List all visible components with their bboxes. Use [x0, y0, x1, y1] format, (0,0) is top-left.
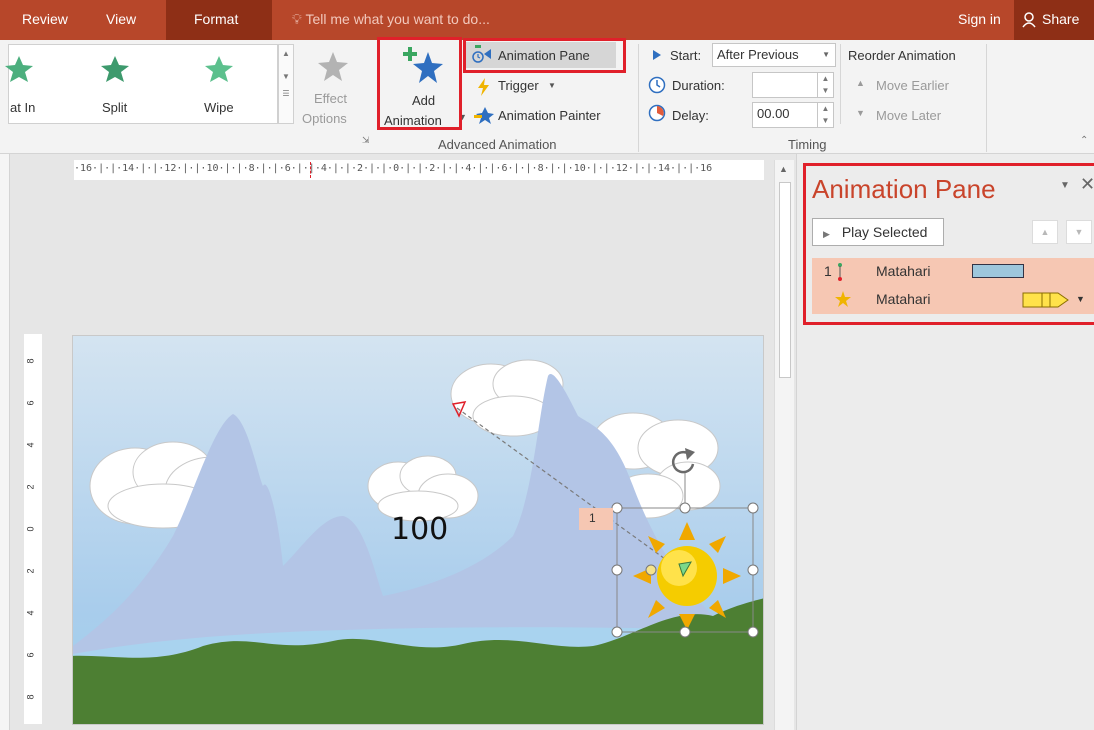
- vertical-ruler: 8 6 4 2 0 2 4 6 8: [24, 334, 42, 724]
- share-button[interactable]: Share: [1042, 11, 1079, 27]
- animation-item-name: Matahari: [876, 263, 931, 279]
- split-star-icon[interactable]: [100, 54, 130, 84]
- effect-options-star-icon: [318, 52, 348, 81]
- timeline-bar[interactable]: [972, 264, 1024, 278]
- slide-canvas[interactable]: 1 100: [72, 335, 764, 725]
- effect-float-in-label[interactable]: at In: [10, 100, 35, 115]
- wipe-star-icon[interactable]: [204, 54, 234, 84]
- tell-me-text: Tell me what you want to do...: [305, 11, 490, 27]
- animation-tag-box[interactable]: [579, 508, 613, 530]
- move-earlier-arrow-icon: ▲: [856, 78, 865, 88]
- animation-painter-icon: [474, 107, 494, 124]
- ruler-tick: 2: [25, 484, 36, 490]
- thumbnail-strip-edge: [0, 154, 10, 730]
- motion-path-icon: [838, 263, 842, 281]
- trigger-dropdown-icon[interactable]: ▼: [548, 81, 556, 90]
- chevron-down-icon[interactable]: ▼: [1076, 294, 1085, 304]
- scroll-up-icon[interactable]: ▲: [779, 164, 788, 174]
- move-later-button[interactable]: Move Later: [876, 108, 941, 123]
- play-icon: ▶: [823, 229, 830, 239]
- delay-input[interactable]: 00.00: [752, 102, 818, 128]
- add-animation-highlight: [377, 37, 462, 130]
- animation-item-name: Matahari: [876, 291, 931, 307]
- tab-review[interactable]: Review: [22, 11, 68, 27]
- ruler-tick: 6: [25, 400, 36, 406]
- animation-pane-title: Animation Pane: [812, 174, 996, 204]
- emphasis-star-icon: [835, 291, 851, 307]
- animation-index: 1: [824, 263, 832, 279]
- lightning-icon: [478, 78, 489, 96]
- tab-format[interactable]: Format: [194, 11, 238, 27]
- animation-list-item[interactable]: 1 Matahari: [812, 258, 1094, 286]
- ruler-tick: 0: [25, 526, 36, 532]
- dialog-launcher-icon[interactable]: ⇲: [362, 135, 370, 146]
- slide-number-text[interactable]: 100: [391, 512, 448, 547]
- ribbon: at In Split Wipe ▲ ▼ ☰ Effect Options Ad…: [0, 37, 1094, 154]
- delay-clock-icon: [648, 104, 666, 122]
- tab-view[interactable]: View: [106, 11, 136, 27]
- tell-me-search[interactable]: 💡︎ Tell me what you want to do...: [292, 11, 490, 28]
- group-separator: [638, 44, 639, 152]
- timing-separator: [840, 44, 841, 124]
- trigger-label[interactable]: Trigger: [498, 78, 539, 93]
- reorder-animation-label: Reorder Animation: [848, 48, 956, 63]
- move-down-icon[interactable]: ▼: [1066, 220, 1092, 244]
- scrollbar-thumb[interactable]: [779, 182, 791, 378]
- duration-clock-icon: [648, 76, 666, 94]
- start-select-value: After Previous: [717, 47, 799, 62]
- group-separator: [986, 44, 987, 152]
- move-up-icon[interactable]: ▲: [1032, 220, 1058, 244]
- effect-split-label[interactable]: Split: [102, 100, 127, 115]
- move-later-arrow-icon: ▼: [856, 108, 865, 118]
- effect-wipe-label[interactable]: Wipe: [204, 100, 234, 115]
- collapse-ribbon-icon[interactable]: ⌃: [1080, 135, 1088, 146]
- ruler-tick: 6: [25, 652, 36, 658]
- gallery-more-icon[interactable]: ☰: [279, 89, 293, 98]
- float-in-star-icon[interactable]: [4, 54, 34, 84]
- animation-list-item[interactable]: Matahari ▼: [812, 286, 1094, 314]
- ruler-cursor-marker: [310, 162, 311, 178]
- gallery-scroll[interactable]: ▲ ▼ ☰: [278, 44, 294, 124]
- ruler-tick: 4: [25, 610, 36, 616]
- play-start-icon: [653, 50, 661, 60]
- effect-options-line2[interactable]: Options: [302, 111, 347, 126]
- chevron-up-icon[interactable]: ▲: [279, 49, 293, 58]
- animation-tag[interactable]: 1: [589, 511, 596, 525]
- move-earlier-button[interactable]: Move Earlier: [876, 78, 949, 93]
- close-icon[interactable]: ✕: [1080, 174, 1094, 195]
- timing-group-label: Timing: [788, 137, 827, 152]
- ruler-tick: 8: [25, 694, 36, 700]
- effects-gallery: [8, 44, 278, 124]
- effect-options-line1[interactable]: Effect: [314, 91, 347, 106]
- pane-options-icon[interactable]: ▼: [1060, 180, 1070, 191]
- start-label: Start:: [670, 48, 702, 63]
- ruler-tick: 2: [25, 568, 36, 574]
- ribbon-tab-bar: Review View Format 💡︎ Tell me what you w…: [0, 0, 1094, 40]
- start-select[interactable]: After Previous ▼: [712, 43, 836, 67]
- delay-spinner[interactable]: ▲ ▼: [818, 102, 834, 128]
- horizontal-ruler: ·16·|·|·14·|·|·12·|·|·10·|·|·8·|·|·6·|·|…: [74, 160, 764, 180]
- chevron-down-icon[interactable]: ▼: [279, 72, 293, 81]
- timeline-bar[interactable]: [1022, 292, 1070, 308]
- share-person-icon: [1022, 12, 1036, 28]
- duration-input[interactable]: [752, 72, 818, 98]
- vertical-scrollbar[interactable]: ▲: [774, 160, 794, 730]
- animation-painter-label[interactable]: Animation Painter: [498, 108, 601, 123]
- play-selected-label: Play Selected: [841, 224, 928, 240]
- play-selected-button[interactable]: ▶ Play Selected: [812, 218, 944, 246]
- sign-in-link[interactable]: Sign in: [958, 11, 1001, 27]
- delay-label: Delay:: [672, 108, 709, 123]
- duration-label: Duration:: [672, 78, 725, 93]
- ruler-tick: 4: [25, 442, 36, 448]
- lightbulb-icon: 💡︎: [292, 11, 302, 27]
- advanced-animation-group-label: Advanced Animation: [438, 137, 557, 152]
- ruler-tick: 8: [25, 358, 36, 364]
- adjust-handle[interactable]: [645, 564, 657, 576]
- chevron-down-icon: ▼: [822, 50, 830, 59]
- animation-pane-button-highlight: [463, 38, 626, 73]
- duration-spinner[interactable]: ▲ ▼: [818, 72, 834, 98]
